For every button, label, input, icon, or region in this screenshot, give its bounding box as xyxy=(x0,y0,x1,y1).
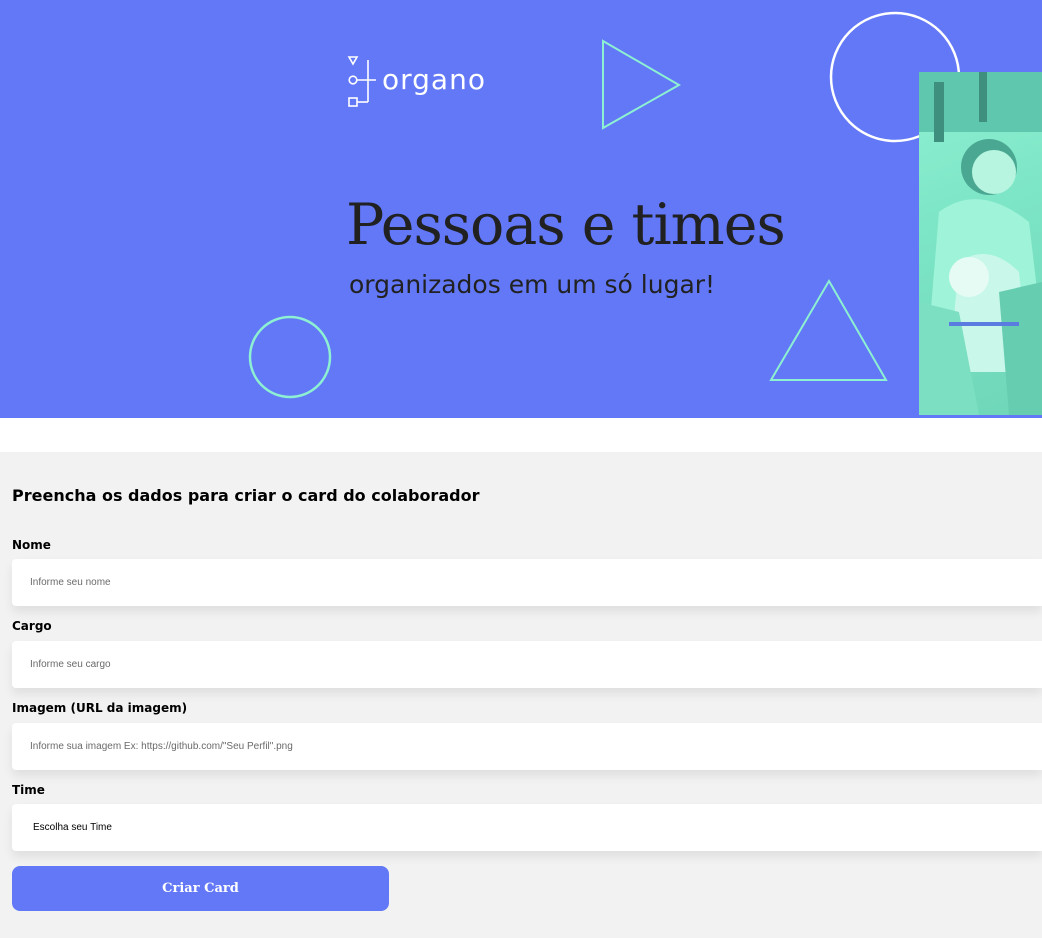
team-select[interactable]: Escolha seu Time xyxy=(12,804,1042,851)
role-input[interactable] xyxy=(12,641,1042,688)
name-label: Nome xyxy=(12,538,51,552)
team-label: Time xyxy=(12,783,45,797)
hero-banner: organo Pessoas e times organizados em um… xyxy=(0,0,1042,418)
triangle-right-shape xyxy=(602,39,682,130)
create-card-button[interactable]: Criar Card xyxy=(12,866,389,911)
team-select-value: Escolha seu Time xyxy=(33,822,112,833)
role-label: Cargo xyxy=(12,619,52,633)
organo-logo: organo xyxy=(346,54,486,110)
collaborator-form: Preencha os dados para criar o card do c… xyxy=(0,452,1042,938)
name-input[interactable] xyxy=(12,559,1042,606)
team-photo-illustration xyxy=(919,72,1042,415)
form-title: Preencha os dados para criar o card do c… xyxy=(12,486,480,505)
image-url-label: Imagem (URL da imagem) xyxy=(12,701,188,715)
logo-text: organo xyxy=(382,62,486,96)
circle-teal-shape xyxy=(248,315,332,399)
hero-subtitle: organizados em um só lugar! xyxy=(349,270,716,299)
image-url-input[interactable] xyxy=(12,723,1042,770)
team-photo xyxy=(919,72,1042,415)
triangle-up-shape xyxy=(769,279,888,381)
hero-title: Pessoas e times xyxy=(346,192,786,258)
logo-mark-icon xyxy=(347,56,376,107)
